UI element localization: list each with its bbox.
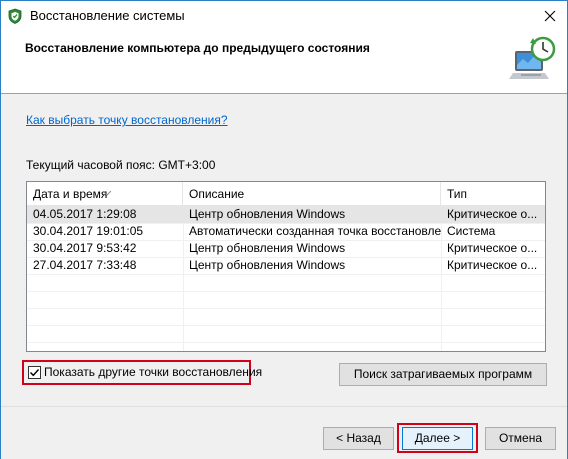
table-row[interactable]: 27.04.2017 7:33:48 Центр обновления Wind… — [27, 257, 545, 274]
next-button[interactable]: Далее > — [402, 427, 473, 450]
show-more-label[interactable]: Показать другие точки восстановления — [44, 365, 262, 379]
restore-computer-clock-icon — [509, 35, 559, 83]
cell-date: 04.05.2017 1:29:08 — [33, 207, 137, 221]
footer-divider — [1, 406, 567, 407]
page-title: Восстановление компьютера до предыдущего… — [25, 41, 370, 55]
table-row[interactable]: 30.04.2017 9:53:42 Центр обновления Wind… — [27, 240, 545, 257]
table-header: Дата и время Описание Тип — [27, 182, 545, 206]
column-header-date[interactable]: Дата и время — [27, 182, 183, 206]
cell-type: Критическое о... — [447, 241, 538, 255]
column-header-date-label: Дата и время — [33, 187, 108, 201]
column-header-description-label: Описание — [189, 187, 245, 201]
close-button[interactable] — [539, 5, 561, 27]
table-row[interactable]: 04.05.2017 1:29:08 Центр обновления Wind… — [27, 206, 545, 223]
table-row[interactable]: 30.04.2017 19:01:05 Автоматически создан… — [27, 223, 545, 240]
cell-date: 30.04.2017 9:53:42 — [33, 241, 137, 255]
title-bar[interactable]: Восстановление системы — [1, 1, 567, 31]
row-divider — [27, 291, 545, 292]
timezone-label: Текущий часовой пояс: GMT+3:00 — [26, 158, 216, 172]
close-icon — [544, 10, 556, 22]
row-divider — [27, 308, 545, 309]
back-button[interactable]: < Назад — [323, 427, 394, 450]
row-divider — [27, 274, 545, 275]
show-more-checkbox[interactable] — [28, 366, 41, 379]
search-affected-programs-button[interactable]: Поиск затрагиваемых программ — [339, 363, 547, 386]
system-restore-window: Восстановление системы Восстановление ко… — [0, 0, 568, 459]
show-more-highlight: Показать другие точки восстановления — [22, 360, 262, 385]
cell-date: 30.04.2017 19:01:05 — [33, 224, 144, 238]
window-title: Восстановление системы — [30, 8, 185, 23]
cell-date: 27.04.2017 7:33:48 — [33, 258, 137, 272]
restore-points-table[interactable]: Дата и время Описание Тип 04.05.2017 1:2… — [26, 181, 546, 352]
row-divider — [27, 325, 545, 326]
cell-description: Центр обновления Windows — [189, 258, 346, 272]
column-header-type[interactable]: Тип — [441, 182, 545, 206]
column-header-description[interactable]: Описание — [183, 182, 441, 206]
cell-description: Центр обновления Windows — [189, 241, 346, 255]
cell-type: Критическое о... — [447, 258, 538, 272]
cell-type: Критическое о... — [447, 207, 538, 221]
column-header-type-label: Тип — [447, 187, 468, 201]
cell-description: Центр обновления Windows — [189, 207, 346, 221]
cell-description: Автоматически созданная точка восстановл… — [189, 224, 441, 238]
cell-type: Система — [447, 224, 496, 238]
row-divider — [27, 342, 545, 343]
checkmark-icon — [30, 369, 40, 377]
system-restore-shield-icon — [7, 8, 23, 24]
cancel-button[interactable]: Отмена — [485, 427, 556, 450]
wizard-header: Восстановление компьютера до предыдущего… — [1, 31, 567, 93]
sort-ascending-icon — [102, 182, 112, 196]
wizard-body: Как выбрать точку восстановления? Текущи… — [1, 94, 567, 459]
how-to-choose-link[interactable]: Как выбрать точку восстановления? — [26, 113, 228, 127]
